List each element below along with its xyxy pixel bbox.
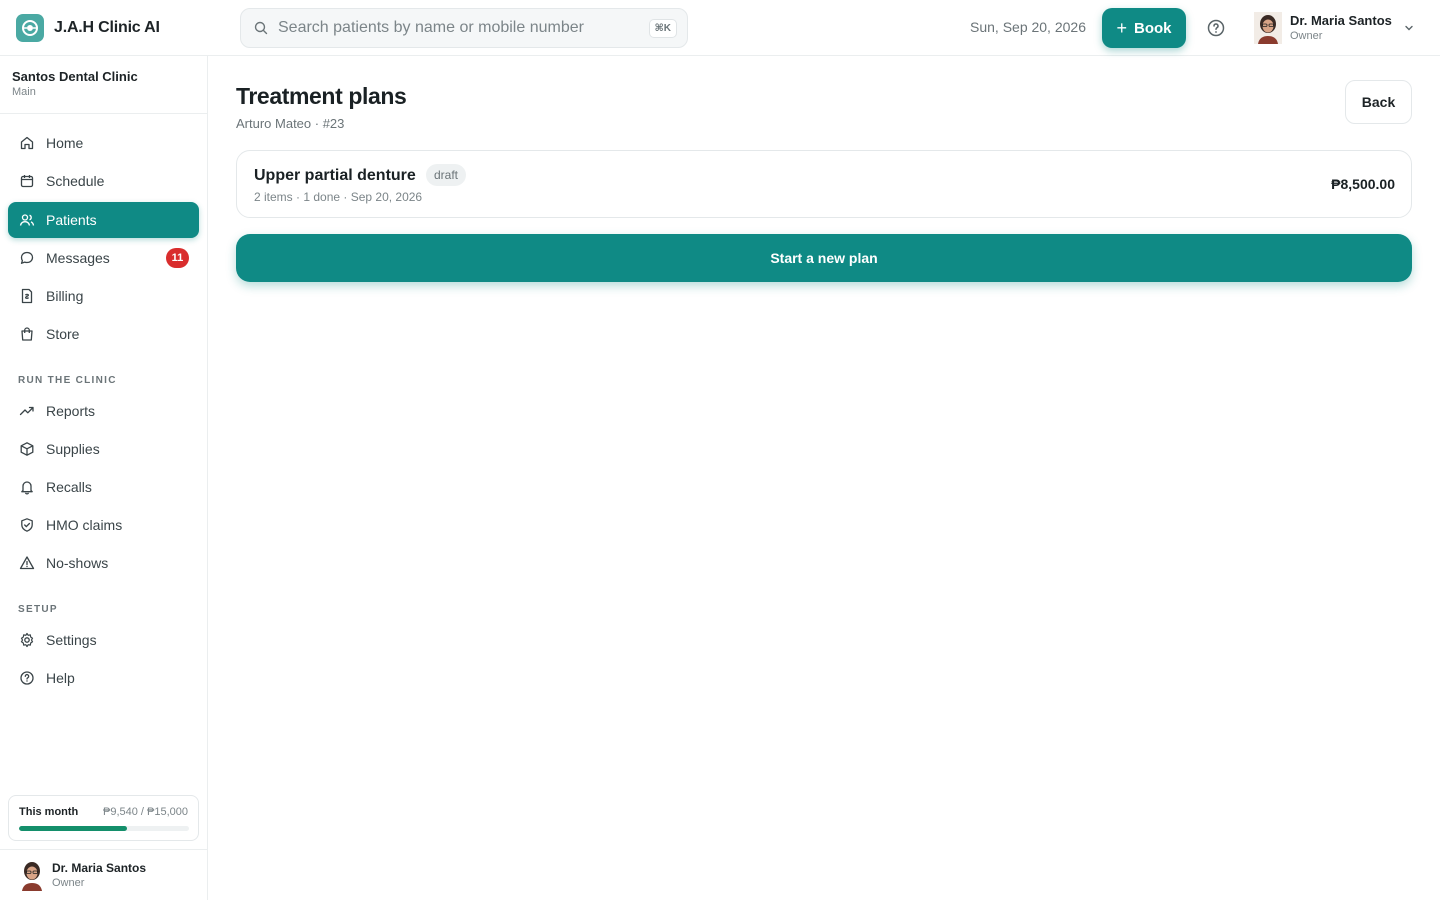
section-label-setup: SETUP bbox=[18, 604, 58, 615]
sidebar-item-recalls[interactable]: Recalls bbox=[8, 469, 199, 505]
shopping-bag-icon bbox=[21, 327, 33, 341]
book-button-label: Book bbox=[1134, 19, 1172, 37]
sidebar-item-home[interactable]: Home bbox=[8, 125, 199, 161]
sidebar-item-label: Messages bbox=[46, 250, 110, 266]
sidebar-item-label: Settings bbox=[46, 632, 97, 648]
plus-icon: + bbox=[1116, 18, 1127, 38]
user-name: Dr. Maria Santos bbox=[1290, 13, 1392, 28]
treatment-plan-card[interactable]: Upper partial denture draft 2 items · 1 … bbox=[236, 150, 1412, 218]
sidebar-item-label: HMO claims bbox=[46, 517, 123, 533]
monthly-goal-progress bbox=[19, 826, 189, 831]
start-new-plan-button[interactable]: Start a new plan bbox=[236, 234, 1412, 282]
avatar bbox=[18, 859, 46, 891]
calendar-icon bbox=[20, 175, 34, 188]
clinic-logo-icon bbox=[16, 14, 44, 42]
page-title: Treatment plans bbox=[236, 83, 407, 109]
sidebar-item-label: Reports bbox=[46, 403, 96, 419]
shield-icon bbox=[21, 518, 33, 532]
search-icon bbox=[254, 21, 268, 35]
sidebar-item-schedule[interactable]: Schedule bbox=[8, 163, 199, 199]
user-role: Owner bbox=[52, 877, 85, 889]
user-menu[interactable]: Dr. Maria Santos Owner bbox=[1254, 12, 1392, 44]
monthly-goal-progress-fill bbox=[19, 826, 128, 831]
help-icon bbox=[20, 671, 34, 685]
clinic-switcher[interactable]: Santos Dental Clinic Main bbox=[12, 69, 138, 99]
help-icon[interactable] bbox=[1206, 18, 1226, 38]
warning-icon bbox=[19, 556, 35, 570]
sidebar-item-no-shows[interactable]: No-shows bbox=[8, 545, 199, 581]
app-title: J.A.H Clinic AI bbox=[54, 19, 160, 36]
sidebar-item-help[interactable]: Help bbox=[8, 660, 199, 696]
user-role: Owner bbox=[1290, 30, 1323, 42]
status-badge: draft bbox=[426, 164, 467, 186]
current-date: Sun, Sep 20, 2026 bbox=[970, 19, 1086, 35]
bell-icon bbox=[21, 481, 33, 495]
gear-icon bbox=[20, 632, 34, 648]
sidebar-item-label: Home bbox=[46, 135, 84, 151]
monthly-goal-card: This month ₱9,540 / ₱15,000 bbox=[8, 795, 199, 841]
shortcut-hint: ⌘K bbox=[648, 18, 677, 38]
book-button[interactable]: + Book bbox=[1102, 8, 1186, 48]
plan-meta: 2 items · 1 done · Sep 20, 2026 bbox=[254, 190, 423, 204]
divider bbox=[0, 113, 207, 114]
sidebar-item-reports[interactable]: Reports bbox=[8, 393, 199, 429]
top-bar: J.A.H Clinic AI ⌘K Sun, Sep 20, 2026 + B… bbox=[0, 0, 1440, 56]
sidebar-item-billing[interactable]: Billing bbox=[8, 278, 199, 314]
trending-up-icon bbox=[19, 406, 34, 416]
sidebar-item-label: Billing bbox=[46, 288, 84, 304]
clinic-name: Santos Dental Clinic bbox=[12, 69, 138, 84]
plan-name: Upper partial denture bbox=[254, 167, 416, 184]
section-label-run: RUN THE CLINIC bbox=[18, 375, 117, 386]
monthly-goal-label: This month bbox=[19, 806, 79, 818]
sidebar-item-label: Recalls bbox=[46, 479, 92, 495]
unread-badge: 11 bbox=[166, 248, 189, 268]
user-name: Dr. Maria Santos bbox=[52, 861, 147, 875]
brand[interactable]: J.A.H Clinic AI bbox=[16, 14, 160, 42]
message-icon bbox=[20, 251, 34, 264]
monthly-goal-value: ₱9,540 / ₱15,000 bbox=[102, 806, 188, 818]
clinic-branch: Main bbox=[12, 86, 36, 98]
sidebar-item-settings[interactable]: Settings bbox=[8, 622, 199, 658]
sidebar-item-label: Help bbox=[46, 670, 75, 686]
sidebar-item-label: Store bbox=[46, 326, 80, 342]
sidebar-item-label: Patients bbox=[46, 212, 97, 228]
sidebar-item-label: No-shows bbox=[46, 555, 109, 571]
sidebar-item-label: Supplies bbox=[46, 441, 100, 457]
sidebar-item-hmo-claims[interactable]: HMO claims bbox=[8, 507, 199, 543]
billing-icon bbox=[21, 288, 33, 304]
plan-amount: ₱8,500.00 bbox=[1331, 176, 1395, 192]
search-input[interactable] bbox=[278, 19, 649, 37]
sidebar-user[interactable]: Dr. Maria Santos Owner bbox=[18, 859, 146, 891]
sidebar-item-label: Schedule bbox=[46, 173, 105, 189]
sidebar: Santos Dental Clinic Main Home Schedule … bbox=[0, 56, 208, 900]
back-button[interactable]: Back bbox=[1345, 80, 1412, 124]
users-icon bbox=[19, 214, 35, 226]
home-icon bbox=[20, 136, 34, 150]
sidebar-item-supplies[interactable]: Supplies bbox=[8, 431, 199, 467]
divider bbox=[0, 849, 207, 850]
sidebar-item-patients[interactable]: Patients bbox=[8, 202, 199, 238]
box-icon bbox=[20, 442, 34, 456]
search-bar[interactable]: ⌘K bbox=[240, 8, 688, 48]
avatar bbox=[1254, 12, 1282, 44]
sidebar-item-store[interactable]: Store bbox=[8, 316, 199, 352]
sidebar-item-messages[interactable]: Messages 11 bbox=[8, 240, 199, 276]
patient-subtitle: Arturo Mateo · #23 bbox=[236, 116, 345, 131]
chevron-down-icon[interactable] bbox=[1404, 23, 1414, 33]
